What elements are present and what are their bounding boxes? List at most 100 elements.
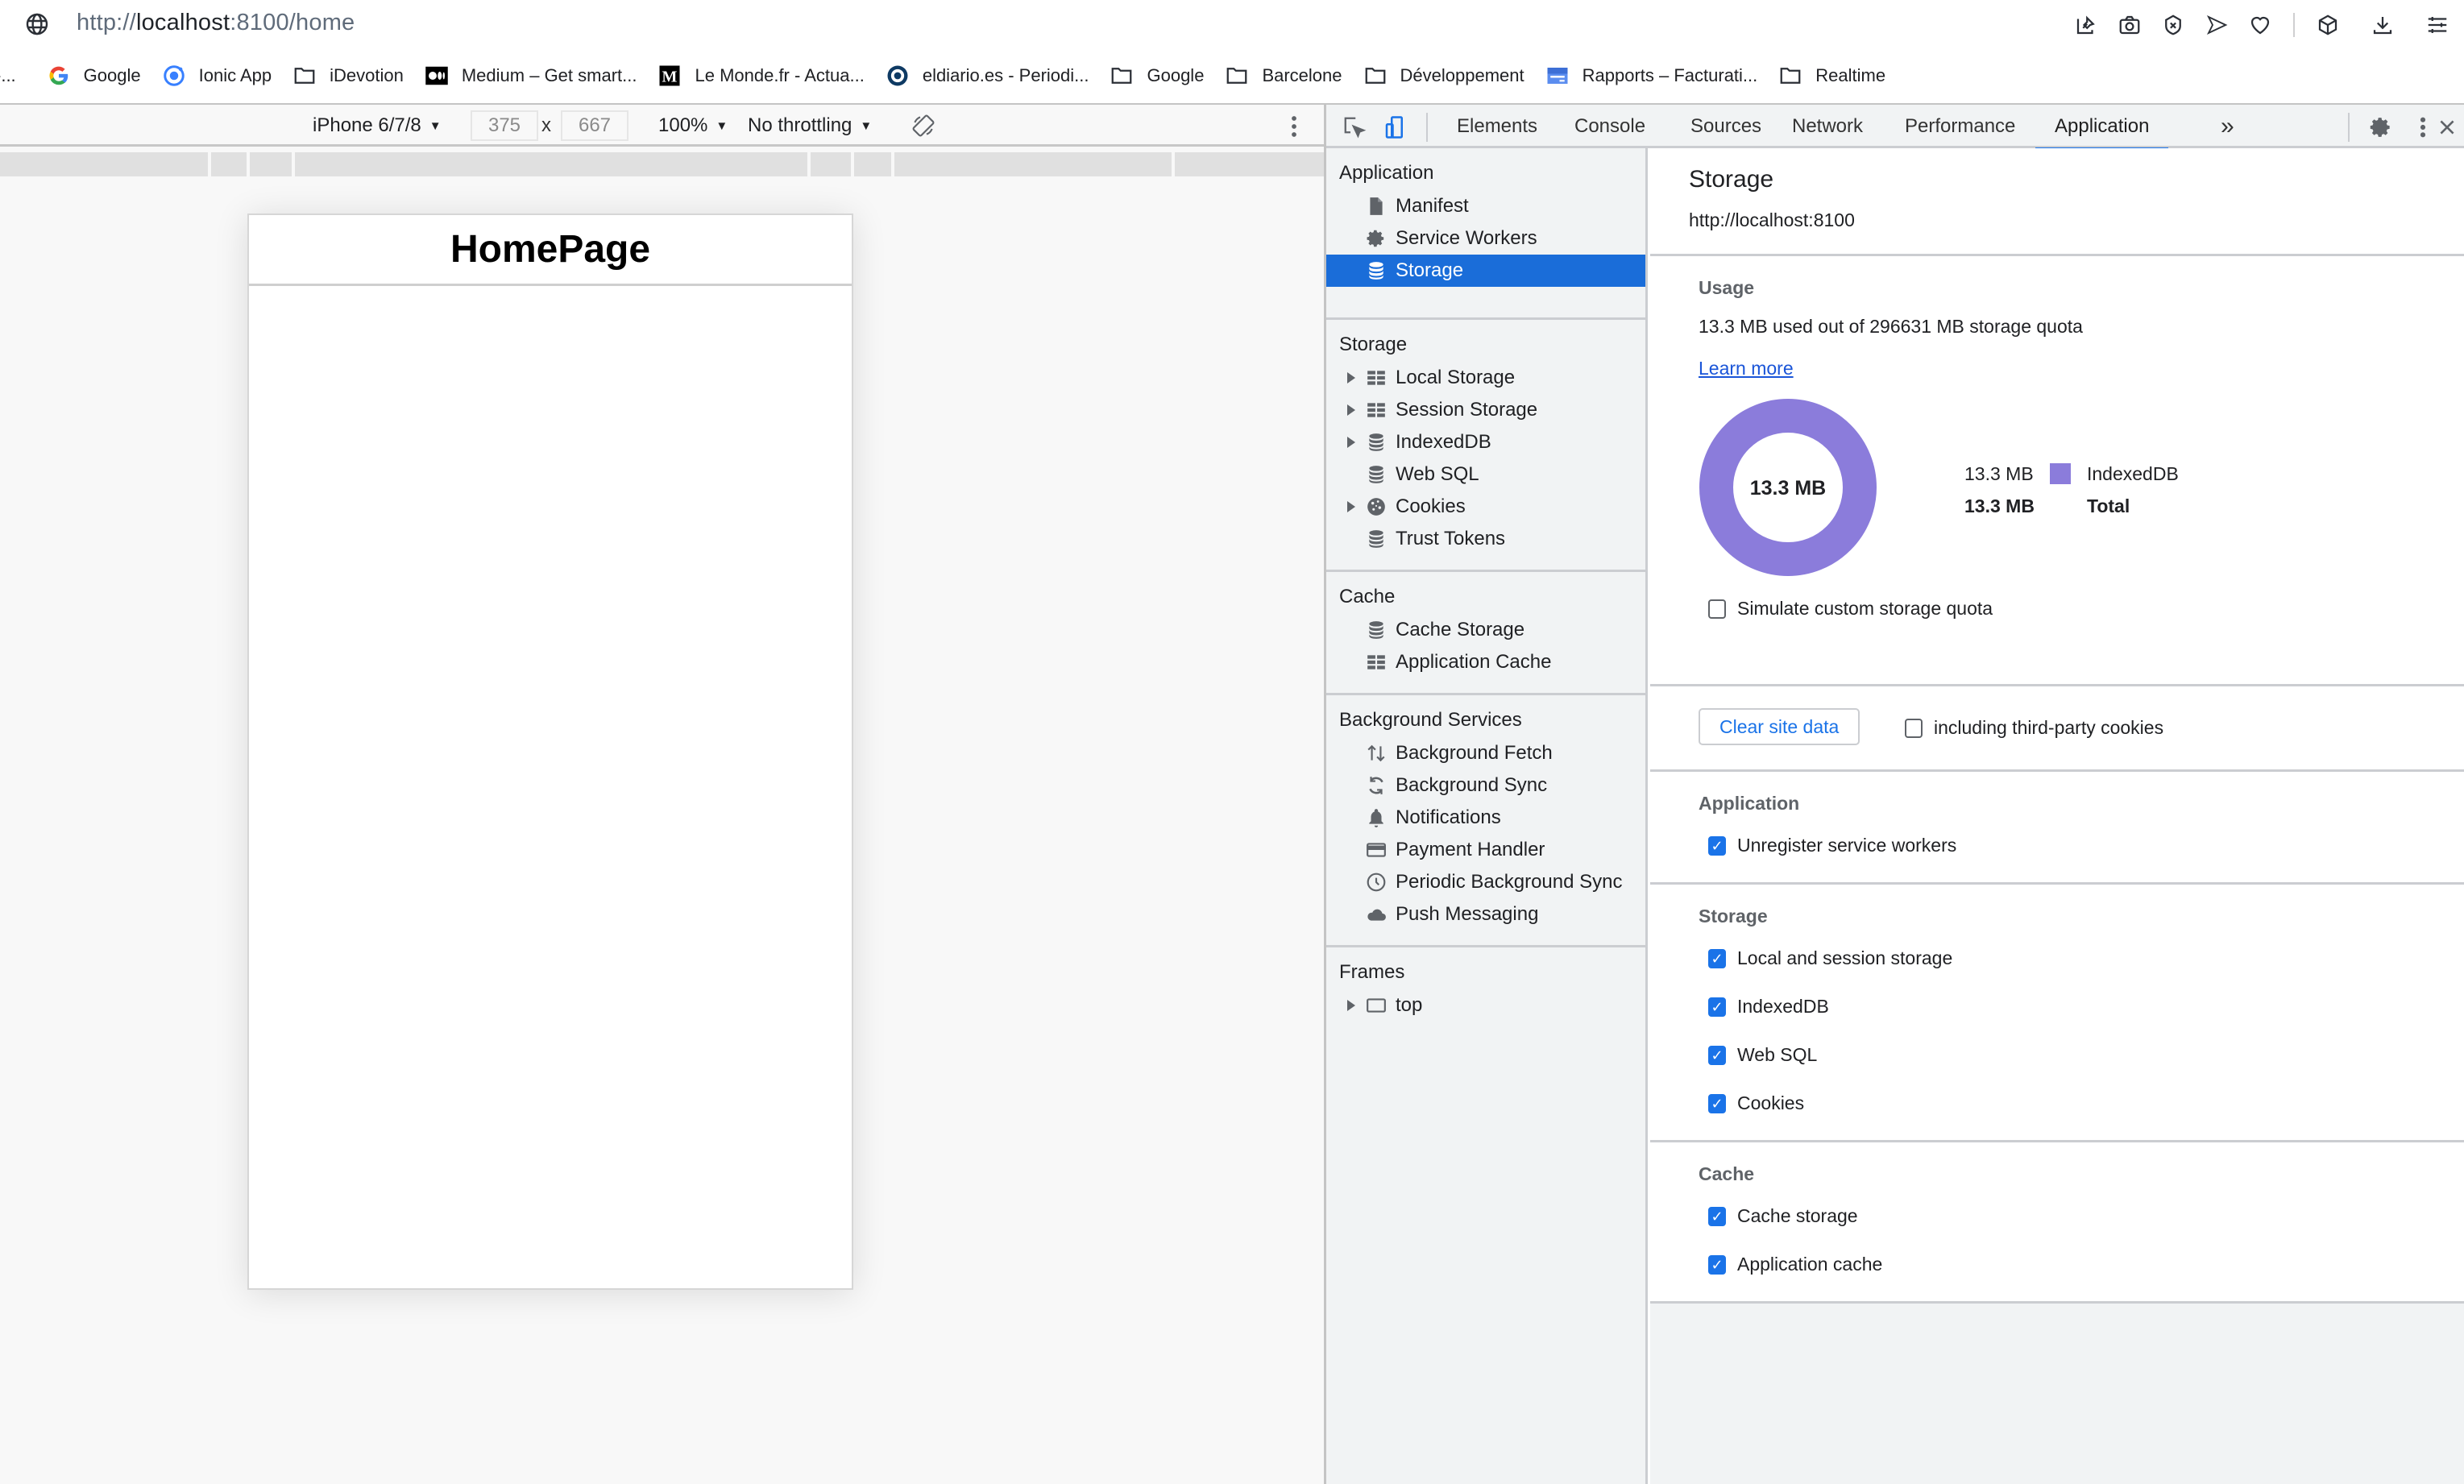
media-query-segment[interactable]: [0, 152, 208, 176]
checkbox-box[interactable]: [1708, 1045, 1726, 1065]
settings-gear-icon[interactable]: [2369, 114, 2393, 140]
media-query-segment[interactable]: [295, 152, 807, 176]
checkbox-box[interactable]: [1708, 599, 1726, 619]
checkbox-label: IndexedDB: [1737, 996, 1829, 1017]
option-unregister-service-workers[interactable]: Unregister service workers: [1708, 835, 1956, 856]
sidebar-item-background-sync[interactable]: Background Sync: [1326, 769, 1645, 802]
download-icon[interactable]: [2367, 10, 2398, 40]
sidebar-heading: Application: [1339, 162, 1434, 184]
zoom-select[interactable]: 100% ▼: [658, 113, 728, 139]
bookmark-google-folder[interactable]: Google: [1110, 56, 1204, 95]
folder-icon: [292, 64, 317, 88]
media-query-segment[interactable]: [894, 152, 1172, 176]
sidebar-item-indexeddb[interactable]: IndexedDB: [1326, 426, 1645, 458]
bookmark-eldiario[interactable]: eldiario.es - Periodi...: [886, 56, 1089, 95]
sliders-icon[interactable]: [2422, 10, 2453, 40]
expand-arrow-icon[interactable]: [1347, 404, 1355, 416]
sidebar-item-session-storage[interactable]: Session Storage: [1326, 394, 1645, 426]
sidebar-item-periodic-background-sync[interactable]: Periodic Background Sync: [1326, 866, 1645, 898]
option-cache-storage[interactable]: Cache storage: [1708, 1205, 1858, 1227]
grid-icon: [1365, 399, 1388, 421]
sidebar-item-frame-top[interactable]: top: [1326, 989, 1645, 1022]
devtools-menu-icon[interactable]: [2418, 114, 2428, 140]
checkbox-box[interactable]: [1905, 718, 1923, 738]
option-application-cache[interactable]: Application cache: [1708, 1254, 1882, 1275]
bookmark-developpement[interactable]: Développement: [1363, 56, 1524, 95]
tab-label: Network: [1792, 115, 1864, 137]
camera-icon[interactable]: [2114, 10, 2145, 40]
bookmark-lemonde[interactable]: M Le Monde.fr - Actua...: [657, 56, 865, 95]
bookmark-google[interactable]: Google: [47, 56, 141, 95]
cube-icon[interactable]: [2313, 10, 2343, 40]
expand-arrow-icon[interactable]: [1347, 372, 1355, 383]
device-select[interactable]: iPhone 6/7/8 ▼: [313, 113, 442, 139]
close-icon[interactable]: [2437, 114, 2458, 140]
learn-more-link[interactable]: Learn more: [1699, 358, 1794, 379]
database-icon: [1365, 619, 1388, 641]
checkbox-box[interactable]: [1708, 948, 1726, 968]
option-cookies[interactable]: Cookies: [1708, 1092, 1804, 1114]
sidebar-item-storage[interactable]: Storage: [1326, 255, 1645, 287]
checkbox-box[interactable]: [1708, 997, 1726, 1017]
more-options-icon[interactable]: [1289, 114, 1299, 139]
simulate-quota-checkbox[interactable]: Simulate custom storage quota: [1708, 598, 1993, 620]
inspect-element-icon[interactable]: [1342, 114, 1367, 140]
sidebar-item-local-storage[interactable]: Local Storage: [1326, 362, 1645, 394]
tab-elements[interactable]: Elements: [1457, 105, 1537, 148]
sidebar-item-payment-handler[interactable]: Payment Handler: [1326, 834, 1645, 866]
option-local-session-storage[interactable]: Local and session storage: [1708, 947, 1952, 969]
legend-total-label: Total: [2087, 495, 2130, 516]
device-toggle-icon[interactable]: [1383, 114, 1407, 140]
sidebar-item-notifications[interactable]: Notifications: [1326, 802, 1645, 834]
bookmark-rapports[interactable]: Rapports – Facturati...: [1545, 56, 1757, 95]
option-web-sql[interactable]: Web SQL: [1708, 1044, 1817, 1066]
expand-arrow-icon[interactable]: [1347, 1000, 1355, 1011]
bookmark-barcelone[interactable]: Barcelone: [1225, 56, 1342, 95]
checkbox-box[interactable]: [1708, 1254, 1726, 1275]
bookmark-ionic-app[interactable]: Ionic App: [162, 56, 272, 95]
tab-console[interactable]: Console: [1574, 105, 1645, 148]
clear-site-data-button[interactable]: Clear site data: [1699, 708, 1860, 745]
checkbox-box[interactable]: [1708, 1206, 1726, 1226]
expand-arrow-icon[interactable]: [1347, 501, 1355, 512]
media-query-segment[interactable]: [811, 152, 851, 176]
url-field[interactable]: http://localhost:8100/home: [77, 10, 355, 36]
send-icon[interactable]: [2201, 10, 2232, 40]
more-tabs-icon[interactable]: »: [2221, 105, 2234, 148]
tab-application[interactable]: Application: [2035, 105, 2169, 151]
sidebar-item-trust-tokens[interactable]: Trust Tokens: [1326, 523, 1645, 555]
sidebar-item-background-fetch[interactable]: Background Fetch: [1326, 737, 1645, 769]
checkbox-box[interactable]: [1708, 1093, 1726, 1113]
tab-network[interactable]: Network: [1792, 105, 1863, 148]
sidebar-item-manifest[interactable]: Manifest: [1326, 190, 1645, 222]
pin-screenshot-icon[interactable]: [2071, 10, 2101, 40]
sidebar-item-cookies[interactable]: Cookies: [1326, 491, 1645, 523]
media-query-bar[interactable]: [0, 152, 1324, 176]
sidebar-item-web-sql[interactable]: Web SQL: [1326, 458, 1645, 491]
bookmark-idevotion[interactable]: iDevotion: [292, 56, 404, 95]
tab-performance[interactable]: Performance: [1905, 105, 2015, 148]
option-indexeddb[interactable]: IndexedDB: [1708, 996, 1829, 1018]
rotate-icon[interactable]: [911, 113, 936, 139]
media-query-segment[interactable]: [250, 152, 292, 176]
sidebar-item-cache-storage[interactable]: Cache Storage: [1326, 614, 1645, 646]
bookmark-medium[interactable]: Medium – Get smart...: [425, 56, 637, 95]
width-input[interactable]: 375: [471, 110, 538, 141]
checkbox-box[interactable]: [1708, 835, 1726, 856]
device-emulation-panel: iPhone 6/7/8 ▼ 375 x 667 100% ▼ No throttl…: [0, 103, 1324, 1484]
media-query-segment[interactable]: [211, 152, 247, 176]
third-party-cookies-checkbox[interactable]: including third-party cookies: [1905, 717, 2163, 739]
heart-icon[interactable]: [2245, 10, 2275, 40]
throttling-select[interactable]: No throttling ▼: [748, 113, 872, 139]
bookmark-realtime[interactable]: Realtime: [1778, 56, 1885, 95]
height-input[interactable]: 667: [561, 110, 628, 141]
media-query-segment[interactable]: [854, 152, 891, 176]
sidebar-item-push-messaging[interactable]: Push Messaging: [1326, 898, 1645, 931]
sidebar-item-service-workers[interactable]: Service Workers: [1326, 222, 1645, 255]
tab-sources[interactable]: Sources: [1690, 105, 1761, 148]
shield-x-icon[interactable]: [2158, 10, 2188, 40]
bookmark-truncated[interactable]: -...: [0, 56, 16, 95]
media-query-segment[interactable]: [1175, 152, 1324, 176]
expand-arrow-icon[interactable]: [1347, 437, 1355, 448]
sidebar-item-application-cache[interactable]: Application Cache: [1326, 646, 1645, 678]
